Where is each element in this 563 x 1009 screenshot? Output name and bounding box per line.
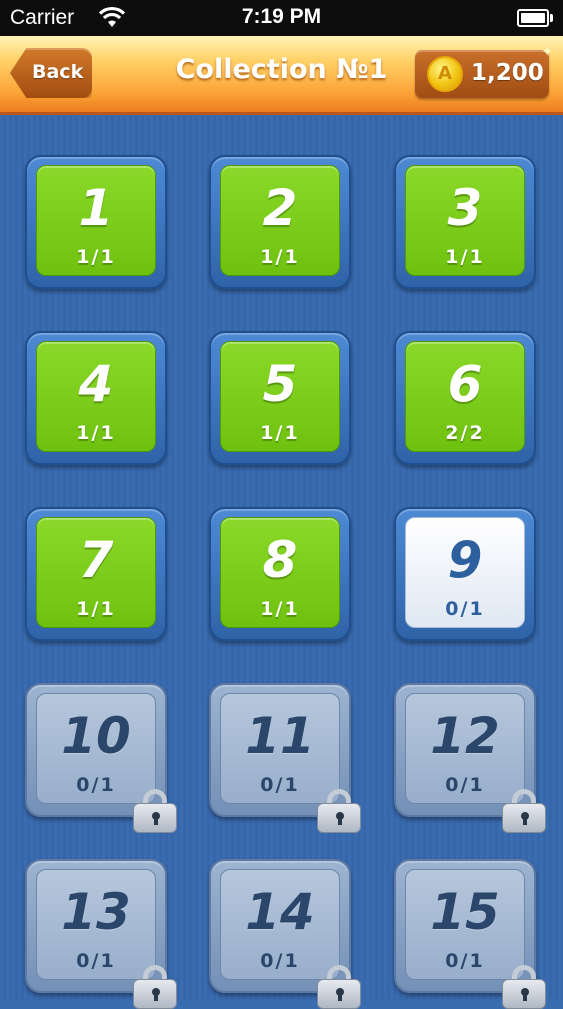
battery-icon [517, 9, 553, 27]
level-tile-face: 9 0/1 [405, 517, 525, 628]
level-number: 12 [430, 707, 500, 765]
level-tile-9[interactable]: 9 0/1 [394, 507, 536, 641]
level-number: 5 [262, 355, 298, 413]
level-progress: 1/1 [260, 422, 300, 444]
level-number: 13 [61, 883, 131, 941]
coin-balance[interactable]: A 1,200 ✦ [415, 44, 553, 98]
level-tile-face: 14 0/1 [220, 869, 340, 980]
level-tile-3[interactable]: 3 1/1 [394, 155, 536, 289]
level-tile-5[interactable]: 5 1/1 [209, 331, 351, 465]
level-tile-face: 5 1/1 [220, 341, 340, 452]
sparkle-icon: ✦ [541, 44, 553, 60]
padlock-icon [502, 789, 546, 833]
level-progress: 1/1 [76, 598, 116, 620]
coin-icon: A [427, 56, 463, 92]
level-tile-face: 13 0/1 [36, 869, 156, 980]
padlock-icon [502, 965, 546, 1009]
level-tile-8[interactable]: 8 1/1 [209, 507, 351, 641]
page-title: Collection №1 [175, 54, 388, 85]
level-number: 4 [78, 355, 114, 413]
level-progress: 1/1 [445, 246, 485, 268]
level-number: 9 [447, 531, 483, 589]
level-tile-face: 8 1/1 [220, 517, 340, 628]
level-tile-15[interactable]: 15 0/1 [394, 859, 546, 1009]
level-number: 7 [78, 531, 114, 589]
padlock-icon [317, 789, 361, 833]
level-tile-face: 4 1/1 [36, 341, 156, 452]
level-number: 2 [262, 179, 298, 237]
level-tile-face: 12 0/1 [405, 693, 525, 804]
back-button-label: Back [32, 61, 84, 83]
level-tile-7[interactable]: 7 1/1 [25, 507, 167, 641]
level-tile-10[interactable]: 10 0/1 [25, 683, 177, 833]
level-tile-1[interactable]: 1 1/1 [25, 155, 167, 289]
padlock-icon [317, 965, 361, 1009]
level-tile-11[interactable]: 11 0/1 [209, 683, 361, 833]
level-grid: 1 1/1 2 1/1 3 1/1 4 1/1 5 1/1 6 2/2 7 1/1 8 1/1 9 0/1 10 0/… [0, 115, 563, 1009]
level-tile-2[interactable]: 2 1/1 [209, 155, 351, 289]
level-number: 15 [430, 883, 500, 941]
level-progress: 0/1 [445, 598, 485, 620]
level-progress: 1/1 [76, 422, 116, 444]
level-tile-13[interactable]: 13 0/1 [25, 859, 177, 1009]
level-tile-face: 3 1/1 [405, 165, 525, 276]
level-number: 14 [245, 883, 315, 941]
level-number: 10 [61, 707, 131, 765]
level-tile-face: 1 1/1 [36, 165, 156, 276]
level-tile-face: 7 1/1 [36, 517, 156, 628]
level-tile-face: 2 1/1 [220, 165, 340, 276]
level-number: 8 [262, 531, 298, 589]
level-number: 6 [447, 355, 483, 413]
coin-count: 1,200 [471, 60, 544, 86]
level-progress: 1/1 [260, 246, 300, 268]
clock-time: 7:19 PM [241, 5, 322, 28]
padlock-icon [133, 965, 177, 1009]
status-bar: Carrier 7:19 PM [0, 0, 563, 36]
level-number: 3 [447, 179, 483, 237]
level-tile-14[interactable]: 14 0/1 [209, 859, 361, 1009]
back-button[interactable]: Back [10, 48, 92, 98]
level-tile-face: 10 0/1 [36, 693, 156, 804]
level-tile-6[interactable]: 6 2/2 [394, 331, 536, 465]
level-number: 1 [78, 179, 114, 237]
level-progress: 1/1 [76, 246, 116, 268]
level-number: 11 [245, 707, 315, 765]
level-progress: 2/2 [445, 422, 485, 444]
level-progress: 1/1 [260, 598, 300, 620]
padlock-icon [133, 789, 177, 833]
level-tile-12[interactable]: 12 0/1 [394, 683, 546, 833]
level-tile-4[interactable]: 4 1/1 [25, 331, 167, 465]
header-bar: Back Collection №1 A 1,200 ✦ [0, 36, 563, 115]
level-tile-face: 11 0/1 [220, 693, 340, 804]
level-tile-face: 15 0/1 [405, 869, 525, 980]
level-tile-face: 6 2/2 [405, 341, 525, 452]
